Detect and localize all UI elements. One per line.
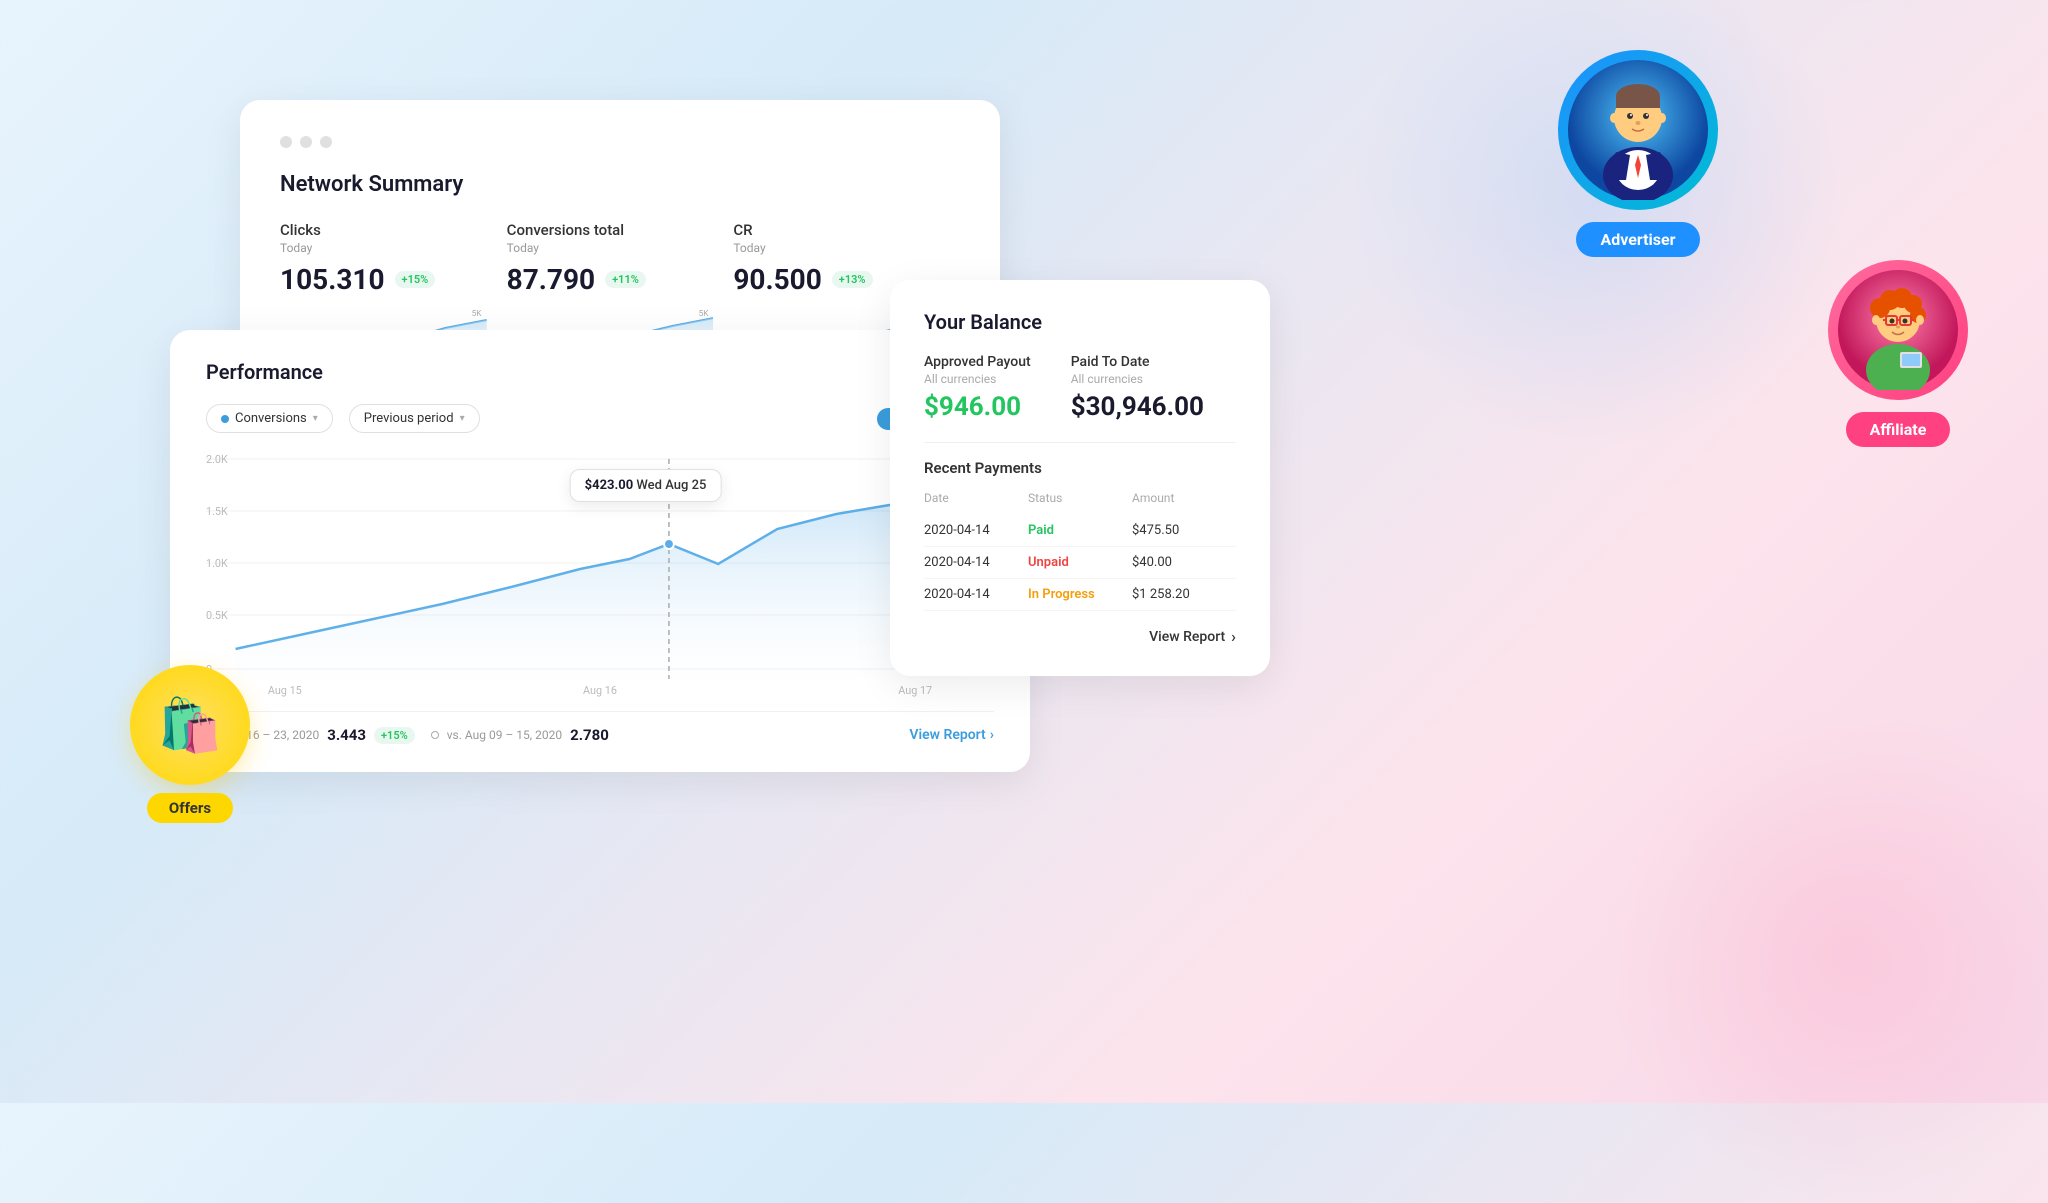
chevron-right-icon: › (990, 727, 994, 743)
svg-text:5K: 5K (698, 308, 709, 318)
footer-stat-prev: vs. Aug 09 – 15, 2020 2.780 (431, 726, 609, 744)
performance-title: Performance (206, 360, 323, 384)
metric-conversions-value-row: 87.790 +11% (507, 263, 714, 296)
affiliate-avatar-circle (1828, 260, 1968, 400)
footer-current-value: 3.443 (327, 726, 366, 744)
metric-conversions-label: Conversions total (507, 221, 714, 239)
view-report-text-balance: View Report (1149, 629, 1225, 645)
filter-conversions-pill[interactable]: Conversions ▾ (206, 404, 333, 433)
view-report-text: View Report (909, 727, 985, 743)
payment-row-2: 2020-04-14 Unpaid $40.00 (924, 547, 1236, 579)
col-header-status: Status (1028, 491, 1132, 505)
advertiser-avatar-section: Advertiser (1558, 50, 1718, 257)
metric-conversions-sub: Today (507, 241, 714, 255)
svg-text:5K: 5K (472, 308, 483, 318)
col-header-date: Date (924, 491, 1028, 505)
metric-clicks-badge: +15% (395, 271, 436, 288)
filter-conversions-label: Conversions (235, 411, 307, 426)
balance-divider (924, 442, 1236, 443)
svg-text:1.5K: 1.5K (206, 505, 228, 518)
payment-row-1: 2020-04-14 Paid $475.50 (924, 515, 1236, 547)
conversions-dot (221, 415, 229, 423)
offers-bubble: 🛍️ Offers (130, 665, 250, 823)
affiliate-svg (1838, 270, 1958, 390)
filter-row: Conversions ▾ Previous period ▾ Cumulati… (206, 404, 994, 433)
offers-label: Offers (147, 793, 233, 823)
footer-prev-dot (431, 731, 439, 739)
tooltip-amount: $423.00 (585, 478, 634, 493)
affiliate-avatar-section: Affiliate (1828, 260, 1968, 447)
metric-cr-label: CR (733, 221, 940, 239)
metric-cr-badge: +13% (832, 271, 873, 288)
chevron-down-icon: ▾ (313, 413, 318, 424)
view-report-row[interactable]: View Report › (924, 627, 1236, 646)
metric-conversions-badge: +11% (605, 271, 646, 288)
affiliate-label: Affiliate (1846, 412, 1951, 447)
network-title: Network Summary (280, 172, 960, 197)
recent-payments-title: Recent Payments (924, 459, 1236, 477)
advertiser-label: Advertiser (1576, 222, 1699, 257)
offers-circle: 🛍️ (130, 665, 250, 785)
svg-text:1.0K: 1.0K (206, 557, 228, 570)
metric-conversions-value: 87.790 (507, 263, 595, 296)
payment-amount-2: $40.00 (1132, 555, 1236, 570)
metric-clicks-value: 105.310 (280, 263, 385, 296)
balance-card: Your Balance Approved Payout All currenc… (890, 280, 1270, 676)
offers-icon: 🛍️ (158, 695, 223, 756)
svg-text:2.0K: 2.0K (206, 453, 228, 466)
payment-row-3: 2020-04-14 In Progress $1 258.20 (924, 579, 1236, 611)
payment-date-3: 2020-04-14 (924, 587, 1028, 602)
footer-prev-period: vs. Aug 09 – 15, 2020 (447, 728, 562, 742)
balance-amounts-row: Approved Payout All currencies $946.00 P… (924, 354, 1236, 422)
payment-amount-1: $475.50 (1132, 523, 1236, 538)
approved-label: Approved Payout (924, 354, 1031, 370)
svg-text:Aug 16: Aug 16 (583, 684, 617, 697)
approved-sub: All currencies (924, 372, 1031, 386)
metric-clicks-label: Clicks (280, 221, 487, 239)
svg-text:Aug 15: Aug 15 (268, 684, 302, 697)
tooltip-date: Wed Aug 25 (636, 478, 706, 493)
footer-current-badge: +15% (374, 727, 415, 744)
metric-clicks-sub: Today (280, 241, 487, 255)
advertiser-svg (1568, 60, 1708, 200)
paid-to-date-col: Paid To Date All currencies $30,946.00 (1071, 354, 1204, 422)
window-controls (280, 136, 960, 148)
payment-status-1: Paid (1028, 523, 1132, 538)
footer-prev-value: 2.780 (570, 726, 609, 744)
paid-sub: All currencies (1071, 372, 1204, 386)
payments-table-header: Date Status Amount (924, 491, 1236, 505)
metric-clicks-value-row: 105.310 +15% (280, 263, 487, 296)
filter-previous-period-pill[interactable]: Previous period ▾ (349, 404, 480, 433)
performance-header: Performance ··· (206, 360, 994, 384)
payment-date-2: 2020-04-14 (924, 555, 1028, 570)
payment-amount-3: $1 258.20 (1132, 587, 1236, 602)
approved-amount: $946.00 (924, 392, 1031, 422)
filter-previous-period-label: Previous period (364, 411, 454, 426)
chevron-right-icon-balance: › (1231, 627, 1236, 646)
window-dot-3 (320, 136, 332, 148)
payment-date-1: 2020-04-14 (924, 523, 1028, 538)
payment-status-3: In Progress (1028, 587, 1132, 602)
paid-label: Paid To Date (1071, 354, 1204, 370)
chart-footer: Aug 16 – 23, 2020 3.443 +15% vs. Aug 09 … (206, 711, 994, 744)
performance-chart-area: $423.00 Wed Aug 25 2.0K 1.5K 1.0K 0.5K 0 (206, 449, 994, 699)
glow-pink-decoration (1598, 703, 2048, 1203)
approved-payout-col: Approved Payout All currencies $946.00 (924, 354, 1031, 422)
view-report-link[interactable]: View Report › (909, 727, 994, 743)
window-dot-1 (280, 136, 292, 148)
chart-tooltip: $423.00 Wed Aug 25 (570, 469, 722, 502)
paid-amount: $30,946.00 (1071, 392, 1204, 422)
balance-title: Your Balance (924, 310, 1236, 334)
metric-cr-sub: Today (733, 241, 940, 255)
payment-status-2: Unpaid (1028, 555, 1132, 570)
chevron-down-icon-2: ▾ (460, 413, 465, 424)
svg-text:0.5K: 0.5K (206, 609, 228, 622)
window-dot-2 (300, 136, 312, 148)
metric-cr-value: 90.500 (733, 263, 821, 296)
svg-text:Aug 17: Aug 17 (898, 684, 932, 697)
advertiser-avatar-circle (1558, 50, 1718, 210)
col-header-amount: Amount (1132, 491, 1236, 505)
